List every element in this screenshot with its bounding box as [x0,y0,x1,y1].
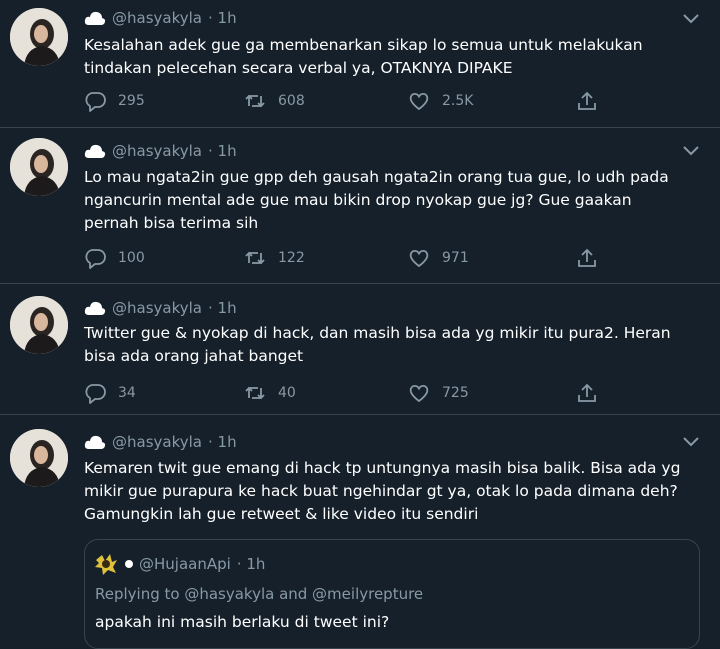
tweet-header: @hasyakyla · 1h [84,6,237,30]
timestamp[interactable]: · 1h [208,142,237,160]
share-icon [578,91,596,110]
tweet-text: Twitter gue & nyokap di hack, dan masih … [84,322,696,368]
timestamp[interactable]: · 1h [208,299,237,317]
handle[interactable]: @hasyakyla [112,142,202,160]
tweet-2[interactable]: @hasyakyla · 1h Lo mau ngata2in gue gpp … [0,128,720,284]
reply-button[interactable]: 295 [84,90,145,112]
tweet-header: @hasyakyla · 1h [84,296,237,320]
retweet-button[interactable]: 608 [244,90,305,112]
share-button[interactable] [576,382,598,404]
chevron-down-icon[interactable] [682,12,700,26]
like-count: 725 [442,385,469,401]
reply-count: 100 [118,250,145,266]
quoted-handle[interactable]: @HujaanApi [139,555,231,573]
tweet-text-line: Twitter gue & nyokap di hack, dan masih … [84,324,671,342]
avatar[interactable] [10,296,68,354]
quoted-timestamp[interactable]: · 1h [237,555,266,573]
reply-button[interactable]: 100 [84,247,145,269]
like-count: 971 [442,250,469,266]
reply-count: 34 [118,385,136,401]
retweet-count: 608 [278,93,305,109]
tweet-text-line: mikir gue purapura ke hack buat ngehinda… [84,482,678,500]
chevron-down-icon[interactable] [682,435,700,449]
retweet-button[interactable]: 40 [244,382,296,404]
handle[interactable]: @hasyakyla [112,299,202,317]
like-button[interactable]: 725 [408,382,469,404]
heart-icon [409,384,429,403]
tweet-text-line: Kesalahan adek gue ga membenarkan sikap … [84,36,643,54]
retweet-icon [245,251,265,265]
cloud-icon [84,144,106,158]
tweet-header: @hasyakyla · 1h [84,430,237,454]
timestamp[interactable]: · 1h [208,9,237,27]
cloud-icon [84,435,106,449]
quoted-tweet-header: @HujaanApi · 1h [93,552,265,576]
retweet-icon [245,94,265,108]
retweet-count: 40 [278,385,296,401]
tweet-3[interactable]: @hasyakyla · 1h Twitter gue & nyokap di … [0,284,720,415]
reply-icon [85,249,106,269]
tweet-text-line: pernah bisa terima sih [84,214,259,232]
retweet-button[interactable]: 122 [244,247,305,269]
avatar[interactable] [10,8,68,66]
tweet-text: Kesalahan adek gue ga membenarkan sikap … [84,34,696,80]
tweet-text-line: Kemaren twit gue emang di hack tp untung… [84,459,681,477]
tweet-text-line: Gamungkin lah gue retweet & like video i… [84,505,479,523]
quoted-avatar[interactable] [93,552,119,576]
like-count: 2.5K [442,93,474,109]
handle[interactable]: @hasyakyla [112,9,202,27]
heart-icon [409,249,429,268]
tweet-actions: 100 122 971 [84,247,614,271]
share-icon [578,248,596,267]
chevron-down-icon[interactable] [682,144,700,158]
share-button[interactable] [576,247,598,269]
avatar[interactable] [10,138,68,196]
tweet-actions: 295 608 2.5K [84,90,614,114]
tweet-actions: 34 40 725 [84,382,614,406]
tweet-text-line: tindakan pelecehan secara verbal ya, OTA… [84,59,513,77]
tweet-1[interactable]: @hasyakyla · 1h Kesalahan adek gue ga me… [0,0,720,128]
avatar[interactable] [10,429,68,487]
tweet-header: @hasyakyla · 1h [84,139,237,163]
reply-icon [85,384,106,404]
tweet-text: Lo mau ngata2in gue gpp deh gausah ngata… [84,166,696,235]
retweet-count: 122 [278,250,305,266]
share-icon [578,383,596,402]
retweet-icon [245,386,265,400]
reply-button[interactable]: 34 [84,382,136,404]
cloud-icon [84,11,106,25]
quoted-tweet[interactable]: @HujaanApi · 1h Replying to @hasyakyla a… [84,539,700,649]
heart-icon [409,92,429,111]
tweet-text-line: bisa ada orang jahat banget [84,347,304,365]
handle[interactable]: @hasyakyla [112,433,202,451]
reply-count: 295 [118,93,145,109]
tweet-text-line: ngancurin mental ade gue mau bikin drop … [84,191,632,209]
cloud-icon [84,301,106,315]
share-button[interactable] [576,90,598,112]
tweet-text-line: Lo mau ngata2in gue gpp deh gausah ngata… [84,168,669,186]
like-button[interactable]: 2.5K [408,90,473,112]
tweet-text: Kemaren twit gue emang di hack tp untung… [84,457,696,526]
dot-icon [125,560,133,568]
replying-to[interactable]: Replying to @hasyakyla and @meilyrepture [95,585,423,603]
reply-icon [85,92,106,112]
like-button[interactable]: 971 [408,247,469,269]
timestamp[interactable]: · 1h [208,433,237,451]
quoted-text: apakah ini masih berlaku di tweet ini? [95,613,390,631]
